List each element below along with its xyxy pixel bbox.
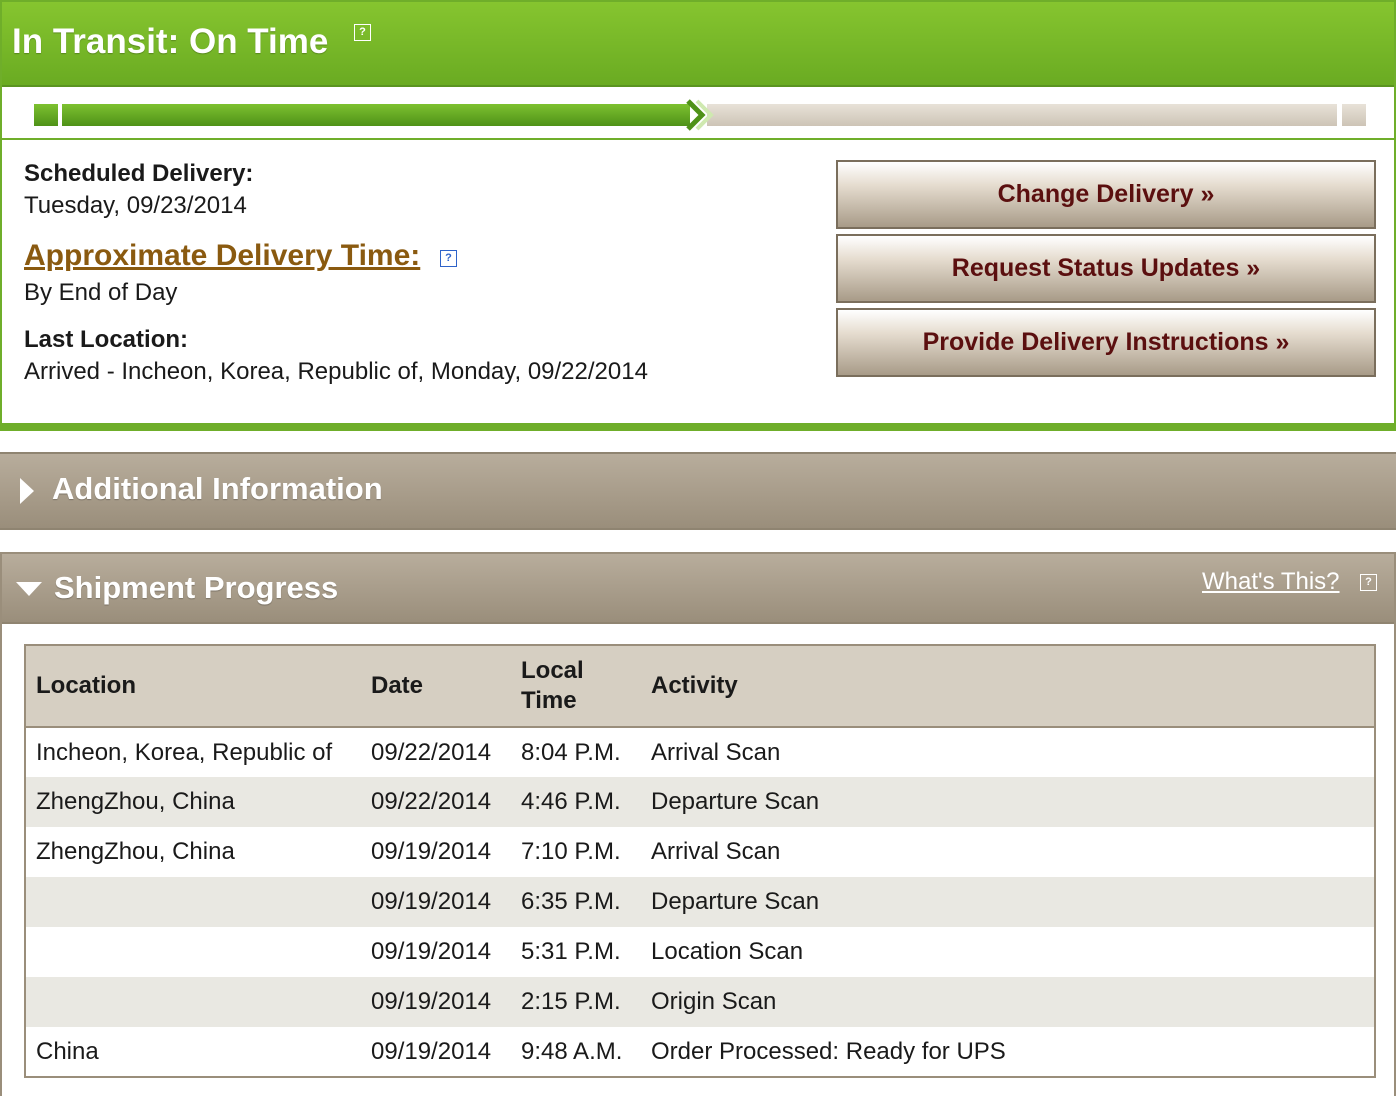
- cell-time: 4:46 P.M.: [511, 777, 641, 827]
- delivery-progress-bar: [2, 88, 1394, 140]
- cell-activity: Departure Scan: [641, 877, 1375, 927]
- scheduled-delivery-label: Scheduled Delivery:: [24, 160, 254, 187]
- cell-date: 09/22/2014: [361, 777, 511, 827]
- table-row: 09/19/2014 5:31 P.M. Location Scan: [25, 927, 1375, 977]
- column-header-local-time: Local Time: [511, 645, 641, 728]
- help-icon[interactable]: ?: [1360, 574, 1377, 591]
- cell-date: 09/22/2014: [371, 738, 492, 766]
- local-time-header-line2: Time: [521, 687, 577, 714]
- table-row: China 09/19/2014 9:48 A.M. Order Process…: [25, 1027, 1375, 1077]
- column-header-location: Location: [25, 645, 361, 728]
- cell-date: 09/19/2014: [371, 1037, 492, 1065]
- status-header: In Transit: On Time ?: [2, 2, 1394, 87]
- last-location-value: Arrived - Incheon, Korea, Republic of, M…: [24, 358, 648, 385]
- cell-activity: Order Processed: Ready for UPS: [651, 1037, 1006, 1065]
- cell-time: 7:10 P.M.: [521, 838, 621, 865]
- cell-time: 5:31 P.M.: [521, 938, 621, 965]
- request-status-updates-button[interactable]: Request Status Updates »: [836, 234, 1376, 303]
- help-icon[interactable]: ?: [440, 250, 457, 267]
- cell-activity: Arrival Scan: [651, 738, 781, 766]
- status-title: In Transit: On Time: [12, 22, 329, 61]
- cell-date: 09/19/2014: [371, 938, 492, 965]
- shipment-progress-title: Shipment Progress: [54, 570, 339, 605]
- progress-start-segment: [34, 104, 58, 126]
- table-row: Incheon, Korea, Republic of 09/22/2014 8…: [25, 727, 1375, 777]
- cell-time: 6:35 P.M.: [511, 877, 641, 927]
- change-delivery-button[interactable]: Change Delivery »: [836, 160, 1376, 229]
- column-header-date: Date: [361, 645, 511, 728]
- provide-delivery-instructions-button[interactable]: Provide Delivery Instructions »: [836, 308, 1376, 377]
- progress-filled-segment: [62, 104, 690, 126]
- cell-date: 09/19/2014: [361, 877, 511, 927]
- cell-location: ZhengZhou, China: [25, 777, 361, 827]
- additional-information-title: Additional Information: [52, 471, 383, 506]
- last-location-label: Last Location:: [24, 326, 189, 353]
- cell-activity: Departure Scan: [641, 777, 1375, 827]
- scheduled-delivery: Scheduled Delivery: Tuesday, 09/23/2014: [24, 160, 253, 220]
- cell-time: 9:48 A.M.: [521, 1037, 623, 1065]
- column-header-activity: Activity: [641, 645, 1375, 728]
- collapse-triangle-icon: [16, 582, 42, 596]
- progress-chevron-icon: [686, 99, 714, 131]
- local-time-header-line1: Local: [521, 657, 584, 684]
- progress-end-segment: [1342, 104, 1366, 126]
- shipment-progress-table: Location Date Local Time Activity Incheo…: [24, 644, 1376, 1078]
- shipment-progress-panel: Shipment Progress What's This? ? Locatio…: [0, 552, 1396, 1096]
- cell-time: 8:04 P.M.: [521, 738, 621, 766]
- help-icon[interactable]: ?: [354, 24, 371, 41]
- approximate-delivery-time-link[interactable]: Approximate Delivery Time:: [24, 239, 420, 273]
- cell-time: 2:15 P.M.: [511, 977, 641, 1027]
- cell-location: [25, 977, 361, 1027]
- cell-location: [25, 877, 361, 927]
- cell-date: 09/19/2014: [361, 977, 511, 1027]
- cell-location: China: [36, 1037, 99, 1065]
- shipment-progress-toggle[interactable]: Shipment Progress What's This? ?: [2, 554, 1394, 624]
- additional-information-toggle[interactable]: Additional Information: [0, 452, 1396, 530]
- table-row: ZhengZhou, China 09/22/2014 4:46 P.M. De…: [25, 777, 1375, 827]
- expand-triangle-icon: [20, 478, 34, 504]
- table-row: 09/19/2014 2:15 P.M. Origin Scan: [25, 977, 1375, 1027]
- cell-location: Incheon, Korea, Republic of: [36, 738, 333, 766]
- table-header-row: Location Date Local Time Activity: [25, 645, 1375, 728]
- cell-activity: Location Scan: [651, 938, 804, 965]
- scheduled-delivery-value: Tuesday, 09/23/2014: [24, 192, 247, 219]
- status-panel: In Transit: On Time ? Scheduled Delivery…: [0, 0, 1396, 431]
- cell-activity: Arrival Scan: [651, 838, 781, 865]
- cell-location: [25, 927, 361, 977]
- table-row: ZhengZhou, China 09/19/2014 7:10 P.M. Ar…: [25, 827, 1375, 877]
- cell-activity: Origin Scan: [641, 977, 1375, 1027]
- whats-this-link[interactable]: What's This?: [1202, 568, 1340, 596]
- last-location: Last Location: Arrived - Incheon, Korea,…: [24, 326, 648, 386]
- cell-location: ZhengZhou, China: [36, 838, 235, 865]
- progress-remaining-segment: [707, 104, 1337, 126]
- approx-delivery-value: By End of Day: [24, 279, 178, 306]
- cell-date: 09/19/2014: [371, 838, 492, 865]
- table-row: 09/19/2014 6:35 P.M. Departure Scan: [25, 877, 1375, 927]
